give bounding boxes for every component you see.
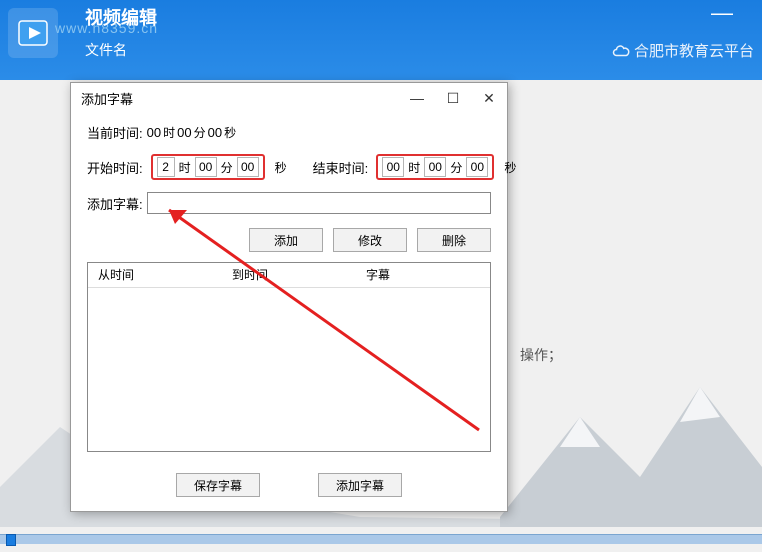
app-title: 视频编辑: [85, 4, 157, 30]
add-button[interactable]: 添加: [249, 228, 323, 252]
platform-brand: 合肥市教育云平台: [612, 40, 754, 61]
col-to-time: 到时间: [222, 263, 356, 287]
current-hour: 00: [147, 125, 161, 140]
start-min-input[interactable]: [195, 157, 217, 177]
col-subtitle: 字幕: [356, 263, 490, 287]
table-body[interactable]: [88, 287, 490, 451]
current-min: 00: [177, 125, 191, 140]
subtitle-input-label: 添加字幕:: [87, 194, 143, 213]
app-header: www.h8359.cn 视频编辑 文件名 — 合肥市教育云平台: [0, 0, 762, 80]
app-logo: [8, 8, 58, 58]
dialog-title: 添加字幕: [81, 89, 133, 108]
close-icon[interactable]: —: [710, 0, 734, 26]
end-time-group: 时 分: [376, 154, 494, 180]
delete-button[interactable]: 删除: [417, 228, 491, 252]
start-sec-input[interactable]: [237, 157, 259, 177]
minimize-button[interactable]: —: [399, 83, 435, 113]
end-hour-input[interactable]: [382, 157, 404, 177]
close-button[interactable]: ✕: [471, 83, 507, 113]
current-time-label: 当前时间:: [87, 123, 143, 142]
filename-label: 文件名: [85, 40, 127, 60]
start-time-group: 时 分: [151, 154, 265, 180]
maximize-button[interactable]: ☐: [435, 83, 471, 113]
end-min-input[interactable]: [424, 157, 446, 177]
subtitle-input[interactable]: [147, 192, 491, 214]
add-subtitle-dialog: 添加字幕 — ☐ ✕ 当前时间: 00 时 00 分 00 秒 开始时间: 时 …: [70, 82, 508, 512]
start-hour-input[interactable]: [157, 157, 175, 177]
cloud-icon: [612, 42, 630, 60]
save-subtitle-button[interactable]: 保存字幕: [176, 473, 260, 497]
timeline-thumb[interactable]: [6, 534, 16, 546]
end-sec-input[interactable]: [466, 157, 488, 177]
start-time-label: 开始时间:: [87, 158, 143, 177]
col-from-time: 从时间: [88, 263, 222, 287]
timeline-bar[interactable]: [0, 534, 762, 544]
current-sec: 00: [208, 125, 222, 140]
end-time-label: 结束时间:: [313, 158, 369, 177]
subtitle-table: 从时间 到时间 字幕: [87, 262, 491, 452]
side-operation-text: 操作；: [520, 345, 562, 365]
modify-button[interactable]: 修改: [333, 228, 407, 252]
add-subtitle-button[interactable]: 添加字幕: [318, 473, 402, 497]
